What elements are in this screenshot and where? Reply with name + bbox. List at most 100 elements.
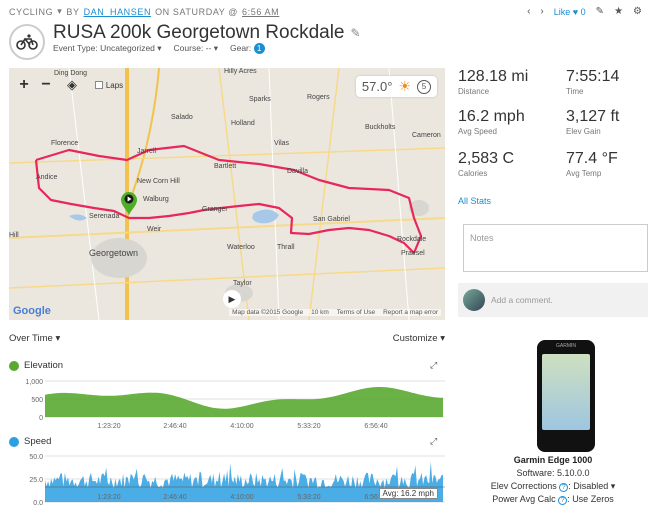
place-label: San Gabriel <box>313 216 350 223</box>
cycling-icon <box>9 24 45 60</box>
help-icon[interactable]: ? <box>559 483 569 492</box>
elevation-area <box>45 387 443 417</box>
elev-corrections-dropdown[interactable]: Disabled ▾ <box>573 481 615 491</box>
gear-field[interactable]: Gear: 1 <box>230 43 265 54</box>
place-label: Serenada <box>89 213 120 220</box>
report-error-link[interactable]: Report a map error <box>383 309 438 316</box>
stat-avg-temp: 77.4 °F Avg Temp <box>566 150 618 178</box>
elev-ytick: 500 <box>31 397 43 404</box>
elevation-dot-icon <box>9 360 19 371</box>
comment-input[interactable]: Add a comment. <box>491 295 553 305</box>
speed-chart[interactable]: 50.0 25.0 0.0 1:23:20 2:46:40 4:10:00 5:… <box>9 450 445 508</box>
wind-badge: 5 <box>417 79 431 94</box>
zoom-in-button[interactable]: + <box>15 76 33 94</box>
stat-avg-speed: 16.2 mph Avg Speed <box>458 108 525 136</box>
route-map[interactable]: + − ◈ Laps 57.0° ☀ 5 Ding Dong Hilly Acr… <box>9 68 445 320</box>
start-time[interactable]: 6:56 AM <box>242 7 279 17</box>
avg-speed-label: Avg: 16.2 mph <box>378 488 438 499</box>
speed-dot-icon <box>9 436 19 447</box>
dropdown-caret-icon[interactable]: ▾ <box>57 6 62 17</box>
speed-ytick: 25.0 <box>29 477 43 484</box>
comment-row: Add a comment. <box>458 283 648 317</box>
place-label: Rockdale <box>397 236 427 243</box>
next-activity-icon[interactable]: › <box>540 6 543 17</box>
like-button[interactable]: Like ♥ 0 <box>554 7 586 17</box>
map-data-credit: Map data ©2015 Google <box>232 309 304 316</box>
elev-xtick: 6:56:40 <box>364 423 387 430</box>
play-route-button[interactable]: ▶ <box>223 290 241 308</box>
zoom-out-button[interactable]: − <box>37 76 55 94</box>
over-time-dropdown[interactable]: Over Time ▾ <box>9 333 60 344</box>
favorite-star-icon[interactable]: ★ <box>614 6 623 17</box>
help-icon[interactable]: ? <box>558 496 568 505</box>
map-canvas[interactable] <box>9 68 445 320</box>
laps-checkbox[interactable] <box>94 81 103 89</box>
all-stats-link[interactable]: All Stats <box>458 196 491 206</box>
speed-ytick: 0.0 <box>33 500 43 507</box>
elev-ytick: 1,000 <box>25 379 43 386</box>
stat-distance: 128.18 mi Distance <box>458 68 529 96</box>
garmin-device-image: GARMIN <box>537 340 595 452</box>
place-label: Walburg <box>143 196 169 203</box>
place-label: Taylor <box>233 280 252 287</box>
speed-xtick: 1:23:20 <box>97 494 120 501</box>
edit-icon[interactable]: ✎ <box>596 6 604 17</box>
notes-field[interactable]: Notes <box>463 224 648 272</box>
laps-toggle[interactable]: Laps <box>89 76 129 94</box>
customize-dropdown[interactable]: Customize ▾ <box>393 333 445 344</box>
elev-corrections-row: Elev Corrections ?: Disabled ▾ <box>490 481 616 492</box>
weather-widget: 57.0° ☀ 5 <box>355 76 437 97</box>
place-label: Rogers <box>307 94 330 101</box>
elevation-title: Elevation <box>9 360 63 371</box>
map-scale: 10 km <box>311 309 329 316</box>
layers-icon[interactable]: ◈ <box>63 76 81 94</box>
page-title: RUSA 200k Georgetown Rockdale ✎ <box>53 22 361 44</box>
place-label: New Corn Hill <box>137 178 180 185</box>
device-software: Software: 5.10.0.0 <box>516 468 590 478</box>
speed-ytick: 50.0 <box>29 454 43 461</box>
place-label: Waterloo <box>227 244 255 251</box>
speed-title: Speed <box>9 436 51 447</box>
by-text: BY <box>66 6 80 17</box>
edit-pencil-icon[interactable]: ✎ <box>351 26 361 40</box>
speed-xtick: 4:10:00 <box>230 494 253 501</box>
place-label: Vilas <box>274 140 290 147</box>
power-avg-value[interactable]: Use Zeros <box>572 494 614 504</box>
place-label: Jarrell <box>137 148 157 155</box>
place-label: Florence <box>51 140 79 147</box>
place-label: Praesel <box>401 250 425 257</box>
stat-time: 7:55:14 Time <box>566 68 620 96</box>
activity-title[interactable]: RUSA 200k Georgetown Rockdale <box>53 22 345 44</box>
device-screen <box>542 354 590 430</box>
elevation-chart[interactable]: 1,000 500 0 1:23:20 2:46:40 4:10:00 5:33… <box>9 375 445 437</box>
top-toolbar: ‹ › Like ♥ 0 ✎ ★ ⚙ <box>527 6 642 17</box>
elev-ytick: 0 <box>39 415 43 422</box>
terms-link[interactable]: Terms of Use <box>337 309 375 316</box>
gear-count-badge[interactable]: 1 <box>253 43 265 54</box>
stat-calories: 2,583 C Calories <box>458 150 515 178</box>
map-footer: Map data ©2015 Google 10 km Terms of Use… <box>229 309 441 316</box>
place-label: Sparks <box>249 96 271 103</box>
place-label: Thrall <box>277 244 295 251</box>
place-label: Ding Dong <box>54 70 88 77</box>
place-label: Granger <box>202 206 228 213</box>
place-label: Hilly Acres <box>224 68 257 75</box>
speed-xtick: 2:46:40 <box>163 494 186 501</box>
prev-activity-icon[interactable]: ‹ <box>527 6 530 17</box>
device-name: Garmin Edge 1000 <box>513 455 593 465</box>
place-label: Cameron <box>412 132 441 139</box>
elev-xtick: 4:10:00 <box>230 423 253 430</box>
expand-speed-icon[interactable]: ⤢ <box>430 436 437 447</box>
expand-elevation-icon[interactable]: ⤢ <box>430 360 437 371</box>
user-link[interactable]: DAN_HANSEN <box>84 7 152 17</box>
power-avg-row: Power Avg Calc ?: Use Zeros <box>492 494 614 505</box>
place-label: Davilla <box>287 168 309 175</box>
place-label: Weir <box>147 226 162 233</box>
activity-type[interactable]: CYCLING <box>9 7 53 17</box>
event-type-dropdown[interactable]: Event Type: Uncategorized ▾ <box>53 43 162 54</box>
place-label: Bartlett <box>214 163 237 170</box>
settings-gear-icon[interactable]: ⚙ <box>633 6 642 17</box>
stat-elev-gain: 3,127 ft Elev Gain <box>566 108 620 136</box>
course-dropdown[interactable]: Course: -- ▾ <box>174 43 218 54</box>
timeline-header: Over Time ▾ Customize ▾ <box>9 333 445 344</box>
